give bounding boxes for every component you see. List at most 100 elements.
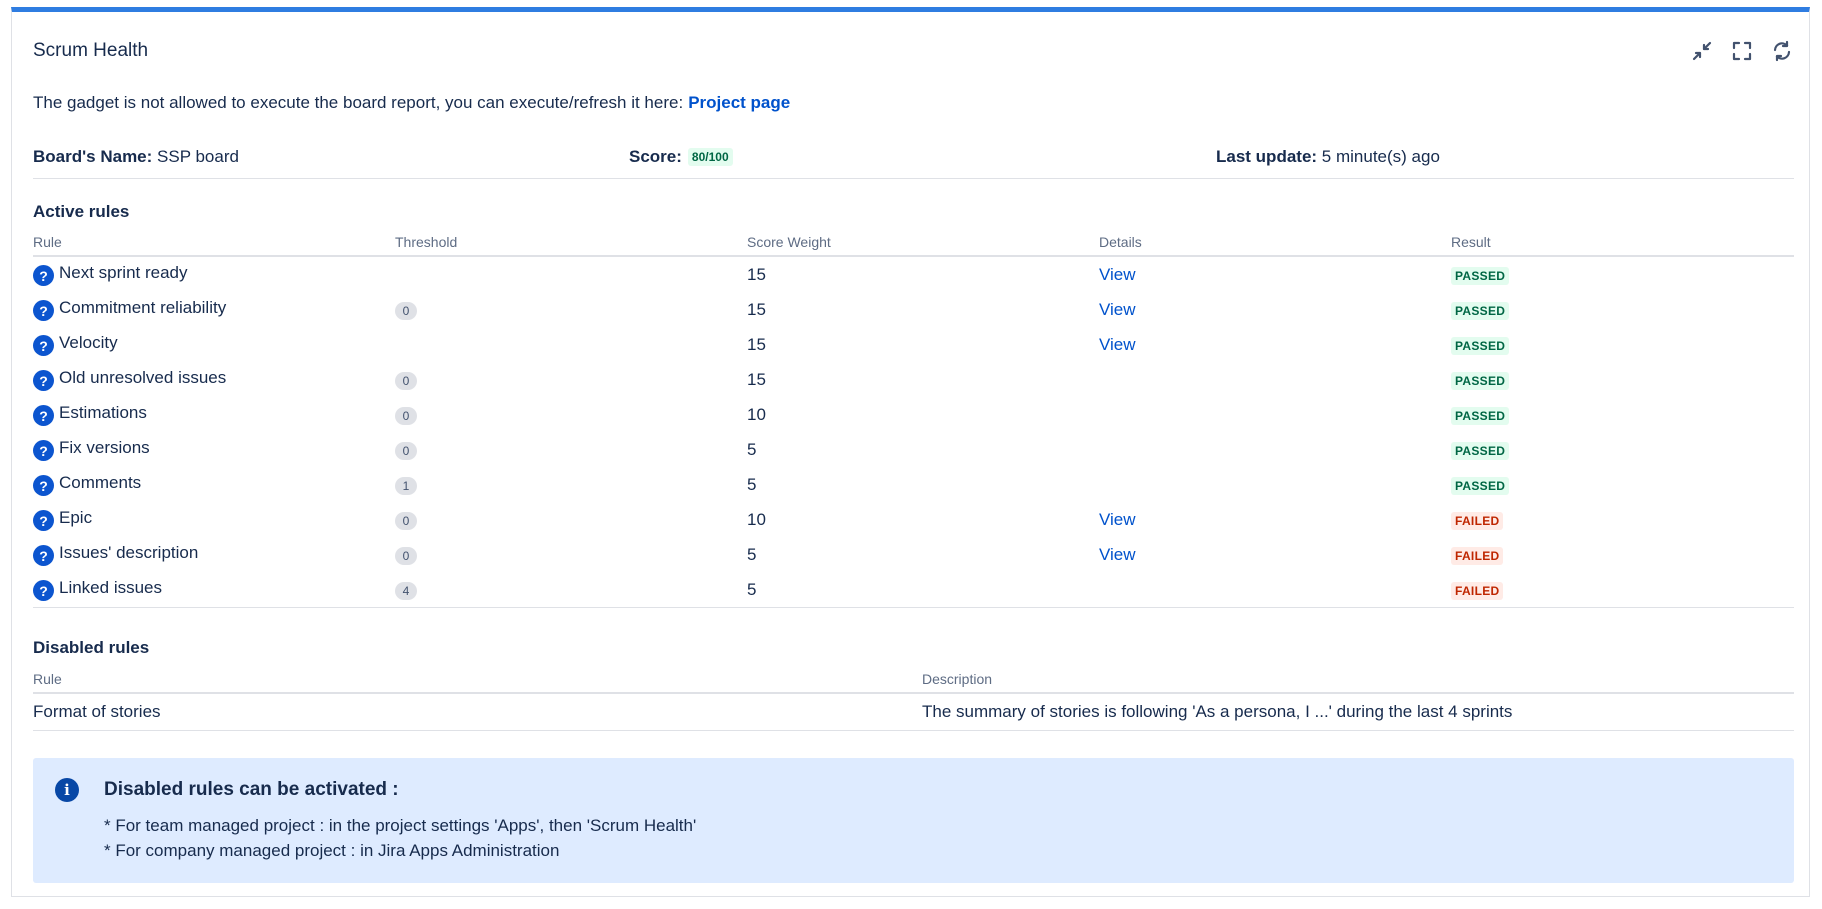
help-icon[interactable]: ? [33, 265, 54, 287]
threshold-cell: 0 [395, 537, 747, 572]
header-description: Description [922, 666, 1794, 694]
details-cell [1099, 572, 1451, 608]
info-line: * For team managed project : in the proj… [104, 816, 697, 835]
board-name-value: SSP board [157, 147, 239, 166]
score-weight-cell: 10 [747, 404, 766, 424]
rule-name: Epic [59, 507, 93, 527]
fullscreen-icon[interactable] [1729, 38, 1755, 64]
result-cell: FAILED [1451, 572, 1794, 608]
rule-name: Commitment reliability [59, 297, 227, 317]
result-badge: PASSED [1451, 406, 1510, 425]
score-weight-cell: 5 [747, 439, 757, 459]
minimize-icon[interactable] [1689, 38, 1715, 64]
info-icon: i [55, 778, 79, 802]
table-row: ? Comments 1 5 PASSED [33, 467, 1794, 502]
result-badge: PASSED [1451, 476, 1510, 495]
header-disabled-rule: Rule [33, 666, 922, 694]
refresh-icon[interactable] [1769, 38, 1795, 64]
board-meta-row: Board's Name: SSP board Score: 80/100 Las… [33, 147, 1794, 179]
gadget-controls [1689, 38, 1795, 64]
help-icon[interactable]: ? [33, 405, 54, 427]
threshold-cell: 0 [395, 397, 747, 432]
last-update: Last update: 5 minute(s) ago [1216, 147, 1440, 167]
info-panel: i Disabled rules can be activated : * Fo… [33, 758, 1794, 883]
details-cell [1099, 467, 1451, 502]
header-result: Result [1451, 229, 1794, 257]
rule-cell: ? Epic [33, 502, 395, 537]
view-details-link[interactable]: View [1099, 335, 1136, 354]
rule-cell: ? Velocity [33, 327, 395, 362]
threshold-cell: 0 [395, 292, 747, 327]
threshold-cell: 0 [395, 502, 747, 537]
notice-text: The gadget is not allowed to execute the… [33, 93, 684, 112]
table-row: ? Velocity 15 View PASSED [33, 327, 1794, 362]
help-icon[interactable]: ? [33, 335, 54, 357]
threshold-cell: 1 [395, 467, 747, 502]
table-row: ? Next sprint ready 15 View PASSED [33, 256, 1794, 292]
threshold-badge: 0 [395, 511, 417, 530]
help-icon[interactable]: ? [33, 300, 54, 322]
rule-cell: ? Estimations [33, 397, 395, 432]
scrum-health-gadget: Scrum Health The gadget is not allowed t… [11, 7, 1810, 897]
help-icon[interactable]: ? [33, 580, 54, 602]
rule-name: Linked issues [59, 577, 163, 597]
result-badge: PASSED [1451, 336, 1510, 355]
rule-name: Comments [59, 472, 142, 492]
details-cell [1099, 397, 1451, 432]
threshold-cell: 0 [395, 362, 747, 397]
result-cell: PASSED [1451, 292, 1794, 327]
result-badge: PASSED [1451, 441, 1510, 460]
board-name: Board's Name: SSP board [33, 147, 239, 167]
threshold-cell [395, 256, 747, 292]
rule-name: Old unresolved issues [59, 367, 227, 387]
result-badge: PASSED [1451, 266, 1510, 285]
info-title: Disabled rules can be activated : [104, 779, 399, 800]
table-row: Format of stories The summary of stories… [33, 693, 1794, 731]
help-icon[interactable]: ? [33, 370, 54, 392]
threshold-cell [395, 327, 747, 362]
threshold-badge: 0 [395, 441, 417, 460]
header-rule: Rule [33, 229, 395, 257]
score-label: Score: [629, 147, 682, 166]
threshold-cell: 0 [395, 432, 747, 467]
table-row: ? Epic 0 10 View FAILED [33, 502, 1794, 537]
view-details-link[interactable]: View [1099, 300, 1136, 319]
disabled-rule-description: The summary of stories is following 'As … [922, 693, 1794, 731]
score-weight-cell: 10 [747, 509, 766, 529]
view-details-link[interactable]: View [1099, 265, 1136, 284]
rule-cell: ? Issues' description [33, 537, 395, 572]
table-row: ? Fix versions 0 5 PASSED [33, 432, 1794, 467]
board-name-label: Board's Name: [33, 147, 153, 166]
threshold-badge: 0 [395, 546, 417, 565]
threshold-badge: 0 [395, 371, 417, 390]
score-weight-cell: 15 [747, 334, 766, 354]
info-line: * For company managed project : in Jira … [104, 841, 560, 860]
threshold-cell: 4 [395, 572, 747, 608]
rule-cell: ? Linked issues [33, 572, 395, 608]
help-icon[interactable]: ? [33, 510, 54, 532]
rule-name: Estimations [59, 402, 147, 422]
rule-name: Issues' description [59, 542, 199, 562]
details-cell [1099, 362, 1451, 397]
table-row: ? Linked issues 4 5 FAILED [33, 572, 1794, 608]
view-details-link[interactable]: View [1099, 510, 1136, 529]
gadget-notice: The gadget is not allowed to execute the… [33, 93, 790, 113]
view-details-link[interactable]: View [1099, 545, 1136, 564]
gadget-title: Scrum Health [33, 40, 149, 61]
score-weight-cell: 15 [747, 369, 766, 389]
threshold-badge: 0 [395, 301, 417, 320]
threshold-badge: 1 [395, 476, 417, 495]
score: Score: 80/100 [629, 147, 733, 167]
help-icon[interactable]: ? [33, 545, 54, 567]
result-badge: FAILED [1451, 546, 1504, 565]
help-icon[interactable]: ? [33, 440, 54, 462]
result-badge: PASSED [1451, 301, 1510, 320]
help-icon[interactable]: ? [33, 475, 54, 497]
table-row: ? Commitment reliability 0 15 View PASSED [33, 292, 1794, 327]
result-cell: PASSED [1451, 362, 1794, 397]
header-threshold: Threshold [395, 229, 747, 257]
score-weight-cell: 5 [747, 544, 757, 564]
project-page-link[interactable]: Project page [688, 93, 790, 112]
threshold-badge: 0 [395, 406, 417, 425]
rule-cell: ? Next sprint ready [33, 256, 395, 292]
